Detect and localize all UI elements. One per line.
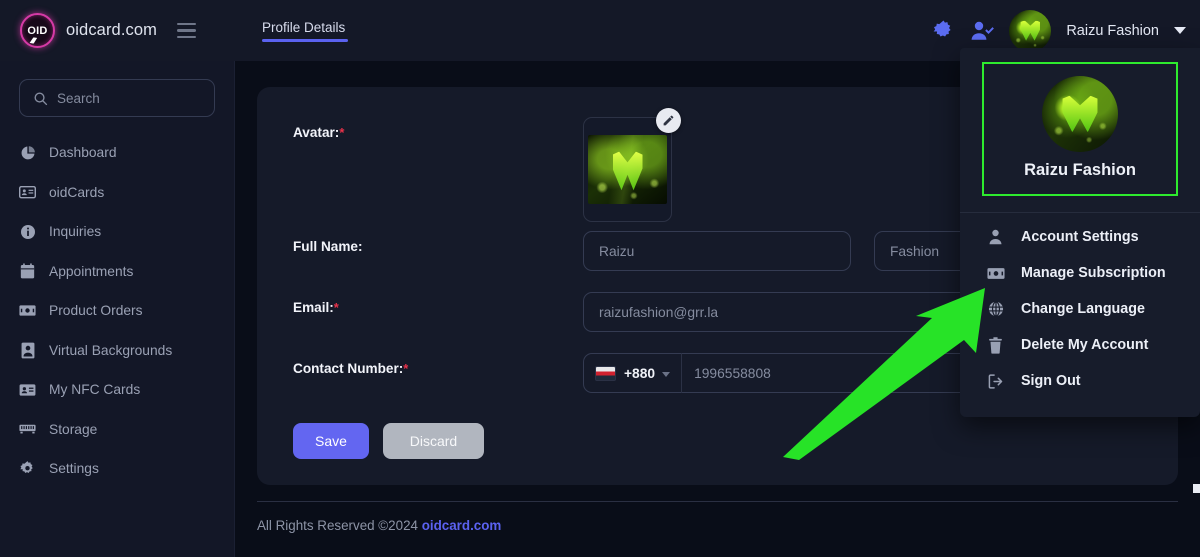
sidebar: Search Dashboard oidCards Inquiries Appo… [0, 61, 235, 557]
avatar-uploader[interactable] [583, 108, 681, 222]
chevron-down-icon[interactable] [662, 371, 671, 377]
form-actions: Save Discard [293, 423, 1144, 459]
sidebar-item-appointments[interactable]: Appointments [0, 252, 234, 292]
user-dropdown-menu: Raizu Fashion Account Settings Manage Su… [960, 48, 1200, 417]
tab-active-indicator [262, 39, 349, 42]
person-icon [986, 229, 1005, 245]
menu-item-label: Account Settings [1021, 229, 1139, 245]
sidebar-item-dashboard[interactable]: Dashboard [0, 133, 234, 173]
divider [960, 212, 1200, 213]
menu-item-label: Sign Out [1021, 373, 1081, 389]
calendar-icon [19, 263, 36, 280]
avatar-frame [583, 117, 672, 222]
required-asterisk: * [333, 300, 339, 315]
copyright-text: All Rights Reserved ©2024 [257, 518, 418, 533]
oid-logo-text: OID [27, 24, 48, 37]
sidebar-item-label: Inquiries [49, 224, 102, 240]
sidebar-item-my-nfc-cards[interactable]: My NFC Cards [0, 370, 234, 410]
full-name-label: Full Name: [293, 239, 363, 254]
save-button[interactable]: Save [293, 423, 369, 459]
email-placeholder: raizufashion@grr.la [599, 304, 719, 320]
sign-out-icon [986, 373, 1005, 390]
sidebar-item-settings[interactable]: Settings [0, 449, 234, 489]
menu-item-change-language[interactable]: Change Language [960, 291, 1200, 327]
brand-area: OID oidcard.com [0, 13, 235, 48]
portrait-icon [19, 342, 36, 359]
avatar-image [588, 135, 667, 204]
chevron-down-icon[interactable] [1174, 27, 1186, 34]
menu-item-manage-subscription[interactable]: Manage Subscription [960, 255, 1200, 291]
discard-button[interactable]: Discard [383, 423, 484, 459]
oid-logo-icon: OID [20, 13, 55, 48]
brand-name: oidcard.com [66, 21, 157, 39]
search-icon [34, 92, 48, 105]
trash-icon [986, 336, 1005, 354]
tab-profile-details[interactable]: Profile Details [262, 19, 349, 42]
avatar-label: Avatar:* [293, 117, 583, 140]
dropdown-profile-name: Raizu Fashion [1024, 161, 1136, 179]
sidebar-item-label: Product Orders [49, 303, 143, 319]
avatar [1042, 76, 1118, 152]
gear-icon[interactable] [932, 19, 955, 42]
gear-icon [19, 460, 36, 477]
sidebar-item-label: Appointments [49, 263, 134, 279]
footer-text: All Rights Reserved ©2024 oidcard.com [257, 502, 1178, 533]
menu-item-sign-out[interactable]: Sign Out [960, 363, 1200, 399]
footer-link[interactable]: oidcard.com [422, 518, 502, 533]
country-code[interactable]: +880 [624, 366, 655, 381]
bangladesh-flag-icon [595, 365, 616, 381]
header-user-name[interactable]: Raizu Fashion [1066, 23, 1159, 39]
tab-label: Profile Details [262, 19, 346, 35]
sidebar-item-label: Settings [49, 461, 99, 477]
id-card-icon [19, 184, 36, 201]
sidebar-item-inquiries[interactable]: Inquiries [0, 212, 234, 252]
contact-card-icon [19, 381, 36, 398]
money-icon [986, 267, 1005, 280]
money-icon [19, 302, 36, 319]
info-icon [19, 223, 36, 240]
email-label-text: Email: [293, 300, 334, 315]
first-name-placeholder: Raizu [599, 243, 635, 259]
avatar[interactable] [1009, 9, 1052, 52]
storage-icon [19, 421, 36, 438]
menu-item-label: Manage Subscription [1021, 265, 1166, 281]
sidebar-item-label: My NFC Cards [49, 382, 141, 398]
sidebar-item-oidcards[interactable]: oidCards [0, 173, 234, 213]
app-root: OID oidcard.com Profile Details Raizu Fa… [0, 0, 1200, 557]
required-asterisk: * [403, 361, 409, 376]
contact-label-text: Contact Number: [293, 361, 404, 376]
footer: All Rights Reserved ©2024 oidcard.com [257, 485, 1178, 533]
search-input[interactable]: Search [19, 79, 215, 117]
sidebar-item-virtual-backgrounds[interactable]: Virtual Backgrounds [0, 331, 234, 371]
user-check-icon[interactable] [970, 20, 995, 42]
hamburger-icon[interactable] [176, 22, 196, 39]
avatar-label-text: Avatar: [293, 125, 340, 140]
contact-label: Contact Number:* [293, 353, 583, 376]
globe-icon [986, 301, 1005, 317]
menu-item-label: Delete My Account [1021, 337, 1149, 353]
divider [681, 353, 683, 393]
search-placeholder: Search [57, 90, 100, 106]
tab-bar: Profile Details [235, 20, 932, 42]
menu-item-delete-my-account[interactable]: Delete My Account [960, 327, 1200, 363]
top-right-actions: Raizu Fashion [932, 9, 1200, 52]
sidebar-item-label: oidCards [49, 184, 105, 200]
dropdown-profile-card[interactable]: Raizu Fashion [982, 62, 1178, 196]
pencil-icon[interactable] [656, 108, 681, 133]
sidebar-item-label: Dashboard [49, 145, 117, 161]
last-name-placeholder: Fashion [890, 243, 940, 259]
sidebar-item-storage[interactable]: Storage [0, 410, 234, 450]
required-asterisk: * [339, 125, 345, 140]
email-label: Email:* [293, 292, 583, 315]
menu-item-label: Change Language [1021, 301, 1145, 317]
pie-chart-icon [19, 144, 36, 161]
phone-placeholder: 1996558808 [694, 365, 771, 381]
menu-item-account-settings[interactable]: Account Settings [960, 219, 1200, 255]
first-name-input[interactable]: Raizu [583, 231, 851, 271]
scrollbar-thumb[interactable] [1193, 484, 1200, 493]
sidebar-item-label: Virtual Backgrounds [49, 342, 173, 358]
sidebar-item-product-orders[interactable]: Product Orders [0, 291, 234, 331]
sidebar-item-label: Storage [49, 421, 98, 437]
